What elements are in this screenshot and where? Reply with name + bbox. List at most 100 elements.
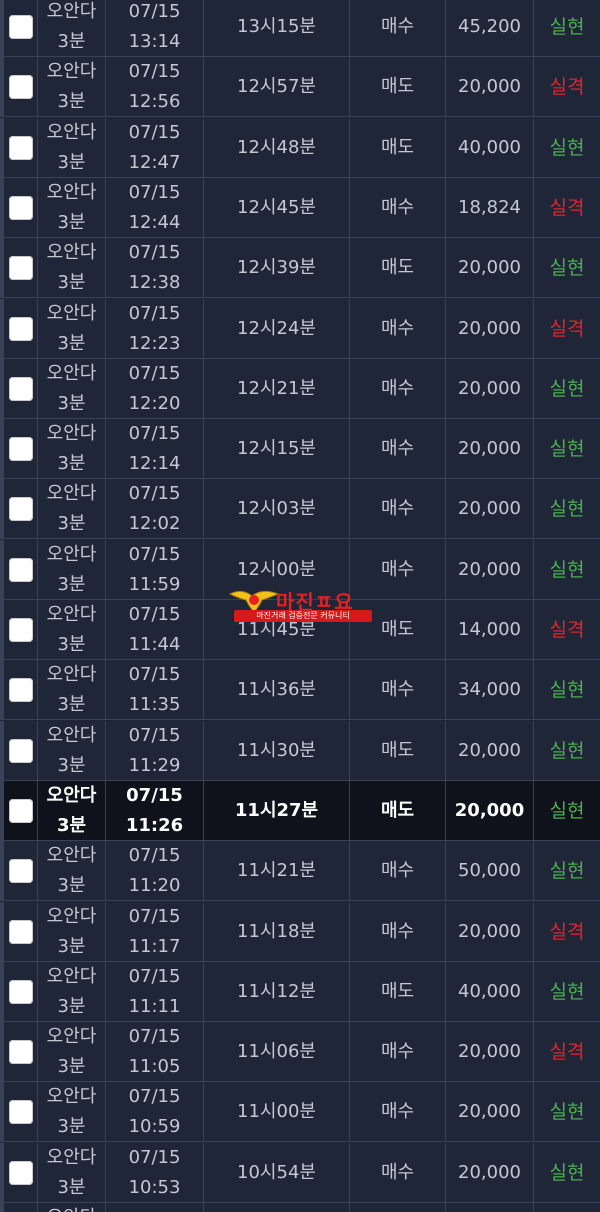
table-row[interactable]: 오안다 3분 07/15 11:20 11시21분 매수 50,000 실현 xyxy=(0,841,600,902)
trade-date: 07/15 xyxy=(128,483,181,505)
game-name: 오안다 xyxy=(46,1086,97,1108)
game-interval: 3분 xyxy=(57,392,86,414)
game-interval: 3분 xyxy=(57,211,86,233)
result-cell: 실현 xyxy=(549,679,585,702)
amount-cell: 20,000 xyxy=(446,720,534,781)
result-cell: 실격 xyxy=(549,920,585,943)
game-name: 오안다 xyxy=(46,483,97,505)
table-row[interactable]: 오안다 3분 07/15 10:53 10시54분 매수 20,000 실현 xyxy=(0,1142,600,1203)
row-checkbox[interactable] xyxy=(8,75,33,100)
amount-cell: 18,824 xyxy=(446,177,534,238)
result-cell: 실현 xyxy=(549,1161,585,1184)
table-row[interactable]: 오안다 3분 07/15 11:29 11시30분 매도 20,000 실현 xyxy=(0,720,600,781)
row-checkbox[interactable] xyxy=(8,979,33,1004)
game-interval: 3분 xyxy=(57,694,86,716)
result-cell: 실격 xyxy=(549,317,585,340)
trade-date: 07/15 xyxy=(128,905,181,927)
datetime-cell: 07/15 12:56 xyxy=(106,57,204,118)
table-row[interactable]: 오안다 3분 07/15 12:56 12시57분 매도 20,000 실격 xyxy=(0,57,600,118)
table-row[interactable]: 오안다 3분 07/15 12:14 12시15분 매수 20,000 실현 xyxy=(0,419,600,480)
position-cell: 매수 xyxy=(350,479,446,540)
trade-date: 07/15 xyxy=(128,604,181,625)
result-cell xyxy=(534,1203,600,1212)
datetime-cell: 07/15 10:59 xyxy=(106,1082,204,1143)
amount-cell: 20,000 xyxy=(446,358,534,419)
row-select-cell xyxy=(0,0,38,57)
game-cell: 오안다 3분 xyxy=(38,600,106,660)
table-row[interactable]: 오안다 3분 07/15 12:02 12시03분 매수 20,000 실현 xyxy=(0,479,600,540)
table-row[interactable]: 오안다 3분 07/15 11:35 11시36분 매수 34,000 실현 xyxy=(0,660,600,721)
trade-time: 11:11 xyxy=(128,995,181,1017)
game-interval: 3분 xyxy=(57,573,86,595)
game-name: 오안다 xyxy=(46,784,97,806)
table-row[interactable]: 오안다 3분 07/15 12:44 12시45분 매수 18,824 실격 xyxy=(0,177,600,238)
round-cell: 11시12분 xyxy=(204,961,350,1022)
trade-time: 12:44 xyxy=(128,211,181,233)
row-checkbox[interactable] xyxy=(8,738,33,763)
game-name: 오안다 xyxy=(46,1146,97,1168)
game-interval: 3분 xyxy=(57,754,86,776)
row-checkbox[interactable] xyxy=(8,135,33,160)
amount-cell xyxy=(446,1203,534,1212)
amount-cell: 20,000 xyxy=(446,1022,534,1083)
datetime-cell xyxy=(106,1203,204,1212)
table-row[interactable]: 오안다3분 xyxy=(0,1203,600,1212)
game-cell: 오안다 3분 xyxy=(38,720,106,781)
table-row[interactable]: 오안다 3분 07/15 12:20 12시21분 매수 20,000 실현 xyxy=(0,358,600,419)
result-cell: 실현 xyxy=(549,558,585,581)
table-row[interactable]: 오안다 3분 07/15 10:59 11시00분 매수 20,000 실현 xyxy=(0,1082,600,1143)
amount-cell: 20,000 xyxy=(446,539,534,600)
trade-date: 07/15 xyxy=(128,181,181,203)
round-cell: 12시21분 xyxy=(204,358,350,419)
row-checkbox[interactable] xyxy=(8,798,33,823)
row-checkbox[interactable] xyxy=(8,1160,33,1185)
table-row[interactable]: 오안다 3분 07/15 11:17 11시18분 매수 20,000 실격 xyxy=(0,901,600,962)
row-checkbox[interactable] xyxy=(8,15,33,39)
row-checkbox[interactable] xyxy=(8,919,33,944)
trade-date: 07/15 xyxy=(128,362,181,384)
amount-cell: 40,000 xyxy=(446,117,534,178)
table-row[interactable]: 오안다 3분 07/15 11:26 11시27분 매도 20,000 실현 xyxy=(0,780,600,841)
game-name: 오안다 xyxy=(46,242,97,264)
row-checkbox[interactable] xyxy=(8,256,33,281)
position-cell: 매수 xyxy=(350,1082,446,1143)
game-interval: 3분 xyxy=(57,332,86,354)
trade-date: 07/15 xyxy=(128,543,181,565)
row-select-cell xyxy=(0,1142,38,1203)
round-cell: 13시15분 xyxy=(204,0,350,57)
datetime-cell: 07/15 13:14 xyxy=(106,0,204,57)
row-checkbox[interactable] xyxy=(8,557,33,582)
table-row[interactable]: 오안다 3분 07/15 12:38 12시39분 매도 20,000 실현 xyxy=(0,238,600,299)
row-checkbox[interactable] xyxy=(8,859,33,884)
game-interval: 3분 xyxy=(57,91,86,113)
row-checkbox[interactable] xyxy=(8,1100,33,1125)
round-cell: 12시03분 xyxy=(204,479,350,540)
row-select-cell xyxy=(0,780,38,841)
row-checkbox[interactable] xyxy=(8,316,33,341)
row-checkbox[interactable] xyxy=(8,618,33,642)
row-checkbox[interactable] xyxy=(8,497,33,522)
row-checkbox[interactable] xyxy=(8,195,33,220)
table-row[interactable]: 오안다 3분 07/15 12:23 12시24분 매수 20,000 실격 xyxy=(0,298,600,359)
row-checkbox[interactable] xyxy=(8,437,33,462)
game-name: 오안다 xyxy=(46,664,97,686)
game-cell: 오안다 3분 xyxy=(38,479,106,540)
trade-date: 07/15 xyxy=(128,61,181,83)
table-row[interactable]: 오안다 3분 07/15 11:11 11시12분 매도 40,000 실현 xyxy=(0,961,600,1022)
table-row[interactable]: 오안다 3분 07/15 13:14 13시15분 매수 45,200 실현 xyxy=(0,0,600,57)
row-checkbox[interactable] xyxy=(8,678,33,703)
row-select-cell xyxy=(0,600,38,660)
round-cell: 11시27분 xyxy=(204,780,350,841)
result-cell: 실현 xyxy=(549,438,585,461)
round-cell: 10시54분 xyxy=(204,1142,350,1203)
table-row[interactable]: 오안다 3분 07/15 11:05 11시06분 매수 20,000 실격 xyxy=(0,1022,600,1083)
game-interval: 3분 xyxy=(57,1116,86,1138)
amount-cell: 50,000 xyxy=(446,841,534,902)
datetime-cell: 07/15 12:14 xyxy=(106,419,204,480)
game-interval: 3분 xyxy=(57,1056,86,1078)
result-cell: 실현 xyxy=(549,136,585,159)
row-checkbox[interactable] xyxy=(8,1040,33,1065)
result-cell: 실현 xyxy=(549,498,585,521)
table-row[interactable]: 오안다 3분 07/15 12:47 12시48분 매도 40,000 실현 xyxy=(0,117,600,178)
row-checkbox[interactable] xyxy=(8,376,33,401)
